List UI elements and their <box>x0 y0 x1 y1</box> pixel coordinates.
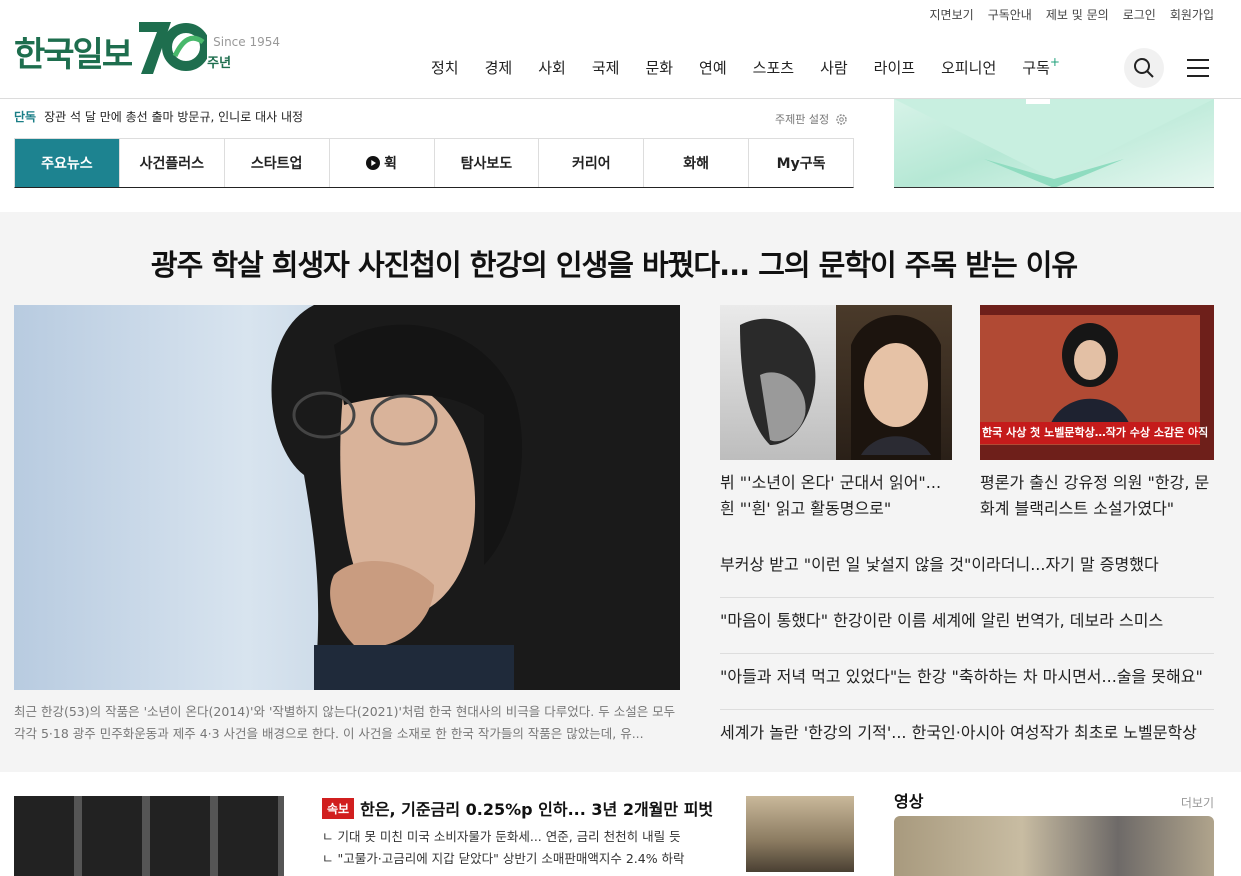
list-item[interactable]: "아들과 저녁 먹고 있었다"는 한강 "축하하는 차 마시면서...술을 못해… <box>720 654 1214 710</box>
tab-investigative[interactable]: 탐사보도 <box>435 139 540 187</box>
tab-reconcile[interactable]: 화해 <box>644 139 750 187</box>
advertisement-banner[interactable] <box>894 99 1214 188</box>
logo-70-emblem <box>137 20 211 76</box>
list-item[interactable]: 세계가 놀란 '한강의 기적'... 한국인·아시아 여성작가 최초로 노벨문학… <box>720 710 1214 766</box>
headline-section: 광주 학살 희생자 사진첩이 한강의 인생을 바꿨다... 그의 문학이 주목 … <box>0 212 1241 772</box>
search-icon <box>1134 58 1154 78</box>
thumb-title-kang[interactable]: 평론가 출신 강유정 의원 "한강, 문화계 블랙리스트 소설가였다" <box>980 470 1220 522</box>
nav-subscribe-label: 구독 <box>1022 59 1050 77</box>
hamburger-menu-icon[interactable] <box>1187 59 1209 77</box>
site-logo[interactable]: 한국일보 Since 1954 주년 <box>14 20 280 90</box>
util-link-print[interactable]: 지면보기 <box>930 6 974 23</box>
news-photo-bank[interactable] <box>746 796 854 872</box>
section-tabs: 주요뉴스 사건플러스 스타트업 휙 탐사보도 커리어 화해 My구독 <box>14 138 854 188</box>
play-circle-icon <box>366 156 381 170</box>
util-link-report[interactable]: 제보 및 문의 <box>1046 6 1109 23</box>
nav-item-international[interactable]: 국제 <box>592 57 620 78</box>
util-link-subscribe-info[interactable]: 구독안내 <box>988 6 1032 23</box>
util-link-login[interactable]: 로그인 <box>1123 6 1156 23</box>
nav-item-culture[interactable]: 문화 <box>645 57 673 78</box>
tab-label: 휙 <box>384 156 397 172</box>
list-item[interactable]: 부커상 받고 "이런 일 낯설지 않을 것"이라더니...자기 말 증명했다 <box>720 542 1214 598</box>
site-header: 한국일보 Since 1954 주년 지면보기 구독안내 제보 및 문의 로그인… <box>0 0 1241 99</box>
nav-item-opinion[interactable]: 오피니언 <box>941 57 996 78</box>
tab-label: 스타트업 <box>250 156 303 172</box>
tv-caption-text: 한국 사상 첫 노벨문학상…작가 수상 소감은 아직 <box>982 426 1209 439</box>
news-photo-bottom[interactable] <box>14 796 284 876</box>
logo-anniversary: 주년 <box>207 56 232 71</box>
thumb-photo-tv[interactable]: 한국 사상 첫 노벨문학상…작가 수상 소감은 아직 <box>980 305 1214 460</box>
breaking-tag: 단독 <box>14 110 37 124</box>
headline-summary[interactable]: 최근 한강(53)의 작품은 '소년이 온다(2014)'와 '작별하지 않는다… <box>14 701 680 745</box>
breaking-ticker[interactable]: 단독 장관 석 달 만에 총선 출마 방문규, 인니로 대사 내정 <box>14 108 374 130</box>
tab-label: 사건플러스 <box>139 156 205 172</box>
topic-setting-button[interactable]: 주제판 설정 <box>775 111 848 127</box>
more-link[interactable]: 더보기 <box>1181 794 1214 811</box>
utility-links: 지면보기 구독안내 제보 및 문의 로그인 회원가입 <box>930 6 1214 23</box>
list-item[interactable]: "마음이 통했다" 한강이란 이름 세계에 알린 번역가, 데보라 스미스 <box>720 598 1214 654</box>
breaking-news-headline: 한은, 기준금리 0.25%p 인하... 3년 2개월만 피벗 <box>360 800 714 819</box>
tab-main-news[interactable]: 주요뉴스 <box>15 139 120 187</box>
thumb-photo-v[interactable] <box>720 305 952 460</box>
nav-item-life[interactable]: 라이프 <box>874 57 915 78</box>
nav-item-politics[interactable]: 정치 <box>431 57 459 78</box>
breaking-badge: 속보 <box>322 797 355 819</box>
gear-icon <box>836 113 847 125</box>
plus-icon: + <box>1049 55 1060 69</box>
nav-item-people[interactable]: 사람 <box>820 57 848 78</box>
nav-item-entertainment[interactable]: 연예 <box>699 57 727 78</box>
nav-item-society[interactable]: 사회 <box>538 57 566 78</box>
headline-title[interactable]: 광주 학살 희생자 사진첩이 한강의 인생을 바꿨다... 그의 문학이 주목 … <box>0 242 1228 284</box>
tab-label: 커리어 <box>571 156 611 172</box>
tab-startup[interactable]: 스타트업 <box>225 139 330 187</box>
search-button[interactable] <box>1124 48 1164 88</box>
logo-since: Since 1954 <box>213 35 281 49</box>
tab-career[interactable]: 커리어 <box>539 139 645 187</box>
tab-label: 화해 <box>683 156 710 172</box>
nav-item-subscribe[interactable]: 구독+ <box>1022 55 1060 78</box>
video-section-title: 영상 <box>894 792 924 811</box>
util-link-signup[interactable]: 회원가입 <box>1170 6 1214 23</box>
tab-hwik[interactable]: 휙 <box>330 139 435 187</box>
video-section-header: 영상 더보기 <box>894 788 1214 812</box>
related-link[interactable]: ㄴ 기대 못 미친 미국 소비자물가 둔화세... 연준, 금리 천천히 내릴 … <box>322 828 722 846</box>
tab-label: 탐사보도 <box>460 156 513 172</box>
related-news-list: 부커상 받고 "이런 일 낯설지 않을 것"이라더니...자기 말 증명했다 "… <box>720 542 1214 766</box>
thumb-title-v[interactable]: 뷔 "'소년이 온다' 군대서 읽어"... 흰 "'흰' 읽고 활동명으로" <box>720 470 960 522</box>
main-nav: 정치 경제 사회 국제 문화 연예 스포츠 사람 라이프 오피니언 구독+ <box>431 55 1060 78</box>
breaking-text: 장관 석 달 만에 총선 출마 방문규, 인니로 대사 내정 <box>44 110 304 124</box>
tab-incident-plus[interactable]: 사건플러스 <box>120 139 225 187</box>
video-thumbnail[interactable] <box>894 816 1214 876</box>
headline-photo[interactable] <box>14 305 680 690</box>
breaking-news-title[interactable]: 속보 한은, 기준금리 0.25%p 인하... 3년 2개월만 피벗 <box>322 796 722 820</box>
nav-item-sports[interactable]: 스포츠 <box>753 57 794 78</box>
tab-label: My구독 <box>776 156 826 172</box>
related-link[interactable]: ㄴ "고물가·고금리에 지갑 닫았다" 상반기 소매판매액지수 2.4% 하락 <box>322 850 722 868</box>
topic-setting-label: 주제판 설정 <box>775 113 830 126</box>
nav-item-economy[interactable]: 경제 <box>485 57 513 78</box>
breaking-news-block: 속보 한은, 기준금리 0.25%p 인하... 3년 2개월만 피벗 ㄴ 기대… <box>322 796 722 868</box>
tab-my-subscribe[interactable]: My구독 <box>749 139 853 187</box>
tab-label: 주요뉴스 <box>41 156 93 172</box>
logo-text: 한국일보 <box>14 35 133 75</box>
